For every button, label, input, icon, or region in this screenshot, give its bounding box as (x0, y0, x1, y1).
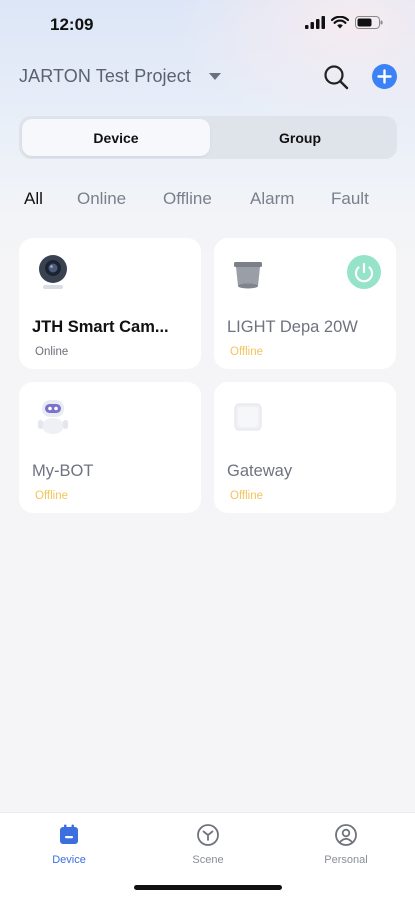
status-time: 12:09 (50, 15, 94, 34)
add-icon (377, 69, 392, 84)
device-name: My-BOT (32, 462, 94, 480)
person-icon (335, 824, 357, 846)
filter-tabs: All Online Offline Alarm Fault (0, 186, 415, 212)
segment-group[interactable]: Group (206, 119, 394, 156)
device-card-camera[interactable]: JTH Smart Cam... Online (19, 238, 201, 369)
filter-alarm[interactable]: Alarm (250, 189, 294, 209)
segment-device[interactable]: Device (22, 119, 210, 156)
device-status: Online (35, 346, 69, 358)
power-icon (354, 262, 374, 283)
device-name: JTH Smart Cam... (32, 318, 169, 336)
nav-label: Scene (192, 854, 224, 866)
device-card-gateway[interactable]: Gateway Offline (214, 382, 396, 513)
camera-icon (39, 255, 67, 289)
app-header: JARTON Test Project (0, 56, 415, 100)
power-button[interactable] (347, 255, 381, 289)
robot-icon (38, 400, 68, 434)
signal-icon (305, 16, 325, 29)
nav-personal[interactable]: Personal (296, 813, 396, 873)
add-button[interactable] (372, 64, 397, 89)
filter-offline[interactable]: Offline (163, 189, 212, 209)
device-status: Offline (35, 490, 69, 502)
search-icon[interactable] (322, 63, 350, 91)
wifi-icon (331, 16, 349, 29)
filter-fault[interactable]: Fault (331, 189, 369, 209)
status-bar: 12:09 (0, 0, 415, 50)
device-icon (60, 824, 78, 844)
filter-online[interactable]: Online (77, 189, 126, 209)
device-group-toggle: Device Group (19, 116, 397, 159)
nav-device[interactable]: Device (19, 813, 119, 873)
scene-icon (197, 824, 219, 846)
nav-label: Device (52, 854, 86, 866)
device-card-bot[interactable]: My-BOT Offline (19, 382, 201, 513)
chevron-down-icon[interactable] (209, 73, 221, 80)
device-card-light[interactable]: LIGHT Depa 20W Offline (214, 238, 396, 369)
home-indicator (134, 885, 282, 890)
device-name: Gateway (227, 462, 293, 480)
project-title[interactable]: JARTON Test Project (19, 66, 191, 87)
device-status: Offline (230, 490, 264, 502)
device-name: LIGHT Depa 20W (227, 318, 358, 336)
device-status: Offline (230, 346, 264, 358)
gateway-icon (234, 403, 262, 431)
battery-icon (355, 16, 383, 29)
ceiling-light-icon (234, 262, 262, 289)
nav-label: Personal (324, 854, 368, 866)
nav-scene[interactable]: Scene (158, 813, 258, 873)
filter-all[interactable]: All (24, 189, 43, 209)
status-icons (305, 16, 383, 29)
